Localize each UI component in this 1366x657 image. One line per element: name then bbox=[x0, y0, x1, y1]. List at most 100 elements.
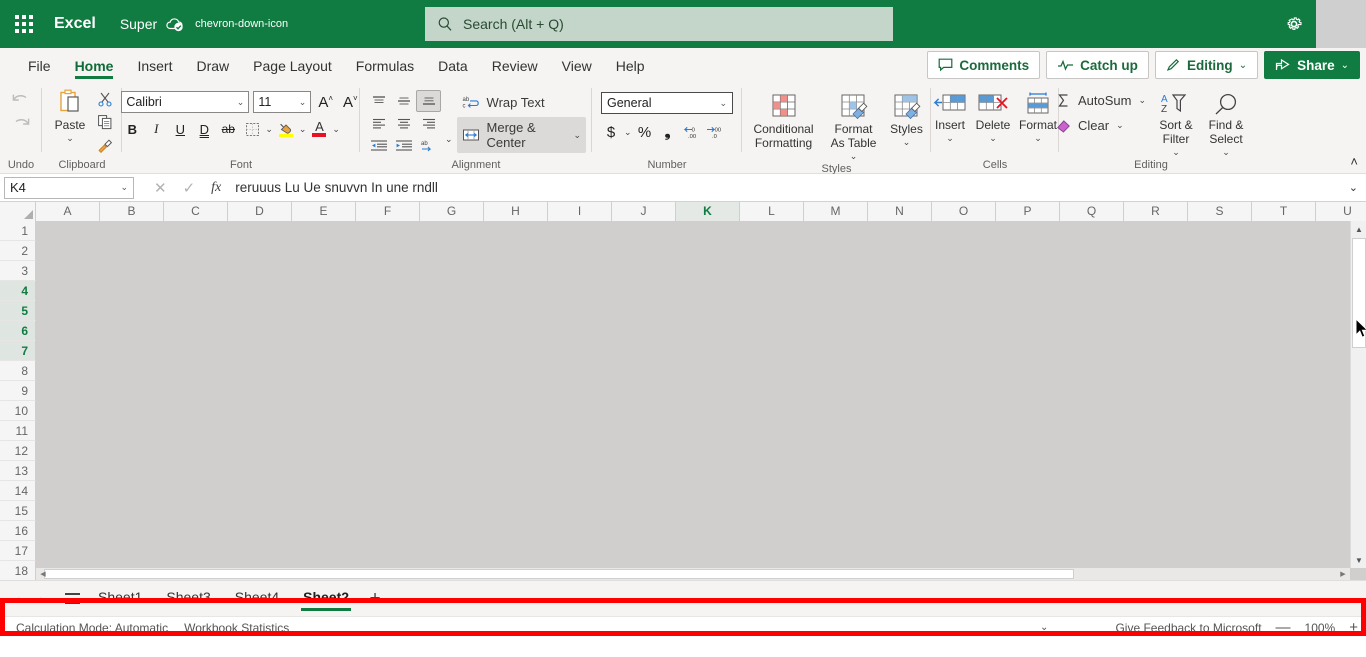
column-header-I[interactable]: I bbox=[548, 202, 612, 221]
column-header-L[interactable]: L bbox=[740, 202, 804, 221]
delete-cells-button[interactable]: Delete ⌄ bbox=[972, 90, 1014, 145]
document-name[interactable]: Super bbox=[120, 16, 157, 32]
calculation-mode-status[interactable]: Calculation Mode: Automatic bbox=[16, 621, 168, 635]
increase-font-size-icon[interactable]: A˄ bbox=[315, 94, 336, 111]
decrease-decimal-icon[interactable]: 0 .00 bbox=[681, 121, 701, 143]
column-header-R[interactable]: R bbox=[1124, 202, 1188, 221]
editing-mode-button[interactable]: Editing ⌄ bbox=[1154, 51, 1259, 79]
column-header-C[interactable]: C bbox=[164, 202, 228, 221]
add-sheet-button[interactable]: + bbox=[361, 586, 389, 612]
paste-button[interactable]: Paste ⌄ bbox=[48, 86, 92, 145]
sheet-tab-sheet2[interactable]: Sheet2 bbox=[291, 583, 361, 614]
number-format-select[interactable]: General ⌄ bbox=[601, 92, 733, 114]
bold-button[interactable]: B bbox=[121, 118, 143, 140]
row-header-12[interactable]: 12 bbox=[0, 441, 36, 461]
feedback-link[interactable]: Give Feedback to Microsoft bbox=[1115, 621, 1261, 635]
column-header-P[interactable]: P bbox=[996, 202, 1060, 221]
row-header-11[interactable]: 11 bbox=[0, 421, 36, 441]
ribbon-tab-formulas[interactable]: Formulas bbox=[344, 56, 426, 82]
autosum-chevron-down-icon[interactable]: ⌄ bbox=[1138, 95, 1146, 106]
ribbon-tab-page-layout[interactable]: Page Layout bbox=[241, 56, 344, 82]
align-center-icon[interactable] bbox=[391, 112, 416, 134]
row-header-9[interactable]: 9 bbox=[0, 381, 36, 401]
share-button[interactable]: Share ⌄ bbox=[1264, 51, 1360, 79]
find-select-button[interactable]: Find & Select ⌄ bbox=[1201, 90, 1251, 159]
horizontal-scrollbar[interactable] bbox=[36, 568, 1350, 580]
format-as-table-button[interactable]: Format As Table ⌄ bbox=[826, 90, 882, 163]
font-color-icon[interactable]: A bbox=[308, 118, 330, 140]
font-color-chevron-down-icon[interactable]: ⌄ bbox=[332, 124, 340, 135]
column-header-E[interactable]: E bbox=[292, 202, 356, 221]
column-header-U[interactable]: U bbox=[1316, 202, 1366, 221]
check-icon[interactable]: ✓ bbox=[183, 179, 196, 197]
scroll-left-arrow-icon[interactable]: ◀ bbox=[38, 568, 48, 580]
format-painter-button[interactable] bbox=[94, 134, 116, 156]
column-header-B[interactable]: B bbox=[100, 202, 164, 221]
sort-filter-button[interactable]: A Z Sort & Filter ⌄ bbox=[1153, 90, 1199, 159]
zoom-in-button[interactable]: + bbox=[1349, 619, 1358, 636]
fx-icon[interactable]: fx bbox=[211, 180, 221, 196]
ribbon-tab-home[interactable]: Home bbox=[63, 56, 126, 82]
row-header-4[interactable]: 4 bbox=[0, 281, 36, 301]
align-bottom-icon[interactable] bbox=[416, 90, 441, 112]
column-header-N[interactable]: N bbox=[868, 202, 932, 221]
sheet-tab-sheet1[interactable]: Sheet1 bbox=[86, 583, 154, 614]
decrease-indent-icon[interactable] bbox=[366, 134, 391, 156]
search-input[interactable]: Search (Alt + Q) bbox=[425, 7, 893, 41]
gear-icon[interactable] bbox=[1280, 10, 1308, 38]
merge-center-chevron-down-icon[interactable]: ⌄ bbox=[573, 130, 581, 141]
align-middle-icon[interactable] bbox=[391, 90, 416, 112]
ribbon-tab-file[interactable]: File bbox=[16, 56, 63, 82]
ribbon-tab-review[interactable]: Review bbox=[480, 56, 550, 82]
row-header-5[interactable]: 5 bbox=[0, 301, 36, 321]
column-header-G[interactable]: G bbox=[420, 202, 484, 221]
zoom-out-button[interactable]: — bbox=[1276, 619, 1291, 636]
column-header-Q[interactable]: Q bbox=[1060, 202, 1124, 221]
comments-button[interactable]: Comments bbox=[927, 51, 1041, 79]
row-header-14[interactable]: 14 bbox=[0, 481, 36, 501]
double-underline-button[interactable]: D bbox=[193, 118, 215, 140]
comma-style-icon[interactable]: ❟ bbox=[658, 121, 678, 143]
insert-cells-button[interactable]: Insert ⌄ bbox=[930, 90, 970, 145]
cloud-saved-icon[interactable] bbox=[165, 16, 185, 32]
document-menu-chevron-down-icon[interactable]: chevron-down-icon bbox=[195, 18, 288, 30]
fill-color-chevron-down-icon[interactable]: ⌄ bbox=[299, 124, 307, 135]
row-header-8[interactable]: 8 bbox=[0, 361, 36, 381]
vertical-scroll-thumb[interactable] bbox=[1352, 238, 1366, 348]
row-header-16[interactable]: 16 bbox=[0, 521, 36, 541]
cut-button[interactable] bbox=[94, 88, 116, 110]
chevron-right-icon[interactable]: › bbox=[30, 587, 54, 611]
cancel-x-icon[interactable]: ✕ bbox=[154, 179, 167, 197]
ribbon-tab-help[interactable]: Help bbox=[604, 56, 657, 82]
column-header-T[interactable]: T bbox=[1252, 202, 1316, 221]
increase-decimal-icon[interactable]: 00 .0 bbox=[704, 121, 724, 143]
decrease-font-size-icon[interactable]: A˅ bbox=[340, 94, 361, 111]
horizontal-scroll-thumb[interactable] bbox=[44, 569, 1074, 579]
sheet-list-icon[interactable] bbox=[58, 587, 86, 611]
row-header-6[interactable]: 6 bbox=[0, 321, 36, 341]
ribbon-tab-data[interactable]: Data bbox=[426, 56, 480, 82]
row-header-3[interactable]: 3 bbox=[0, 261, 36, 281]
cell-styles-button[interactable]: Styles ⌄ bbox=[886, 90, 928, 149]
vertical-scrollbar[interactable]: ▲ ▼ bbox=[1350, 221, 1366, 568]
borders-chevron-down-icon[interactable]: ⌄ bbox=[265, 124, 273, 135]
ribbon-tab-insert[interactable]: Insert bbox=[125, 56, 184, 82]
fill-color-icon[interactable] bbox=[275, 118, 297, 140]
italic-button[interactable]: I bbox=[145, 118, 167, 140]
formula-input[interactable]: reruuus Lu Ue snuvvn In une rndll bbox=[235, 177, 1349, 199]
column-header-J[interactable]: J bbox=[612, 202, 676, 221]
row-header-13[interactable]: 13 bbox=[0, 461, 36, 481]
align-top-icon[interactable] bbox=[366, 90, 391, 112]
column-header-S[interactable]: S bbox=[1188, 202, 1252, 221]
app-launcher-icon[interactable] bbox=[4, 4, 44, 44]
name-box-input[interactable]: K4 ⌄ bbox=[4, 176, 134, 199]
orientation-chevron-down-icon[interactable]: ⌄ bbox=[445, 90, 453, 145]
app-name[interactable]: Excel bbox=[54, 15, 96, 33]
ribbon-tab-view[interactable]: View bbox=[550, 56, 604, 82]
increase-indent-icon[interactable] bbox=[391, 134, 416, 156]
text-orientation-icon[interactable]: ab bbox=[416, 134, 441, 156]
undo-arrow-icon[interactable] bbox=[10, 90, 32, 110]
font-family-select[interactable]: Calibri ⌄ bbox=[121, 91, 250, 113]
column-header-O[interactable]: O bbox=[932, 202, 996, 221]
autosum-button[interactable]: AutoSum ⌄ bbox=[1051, 90, 1151, 111]
